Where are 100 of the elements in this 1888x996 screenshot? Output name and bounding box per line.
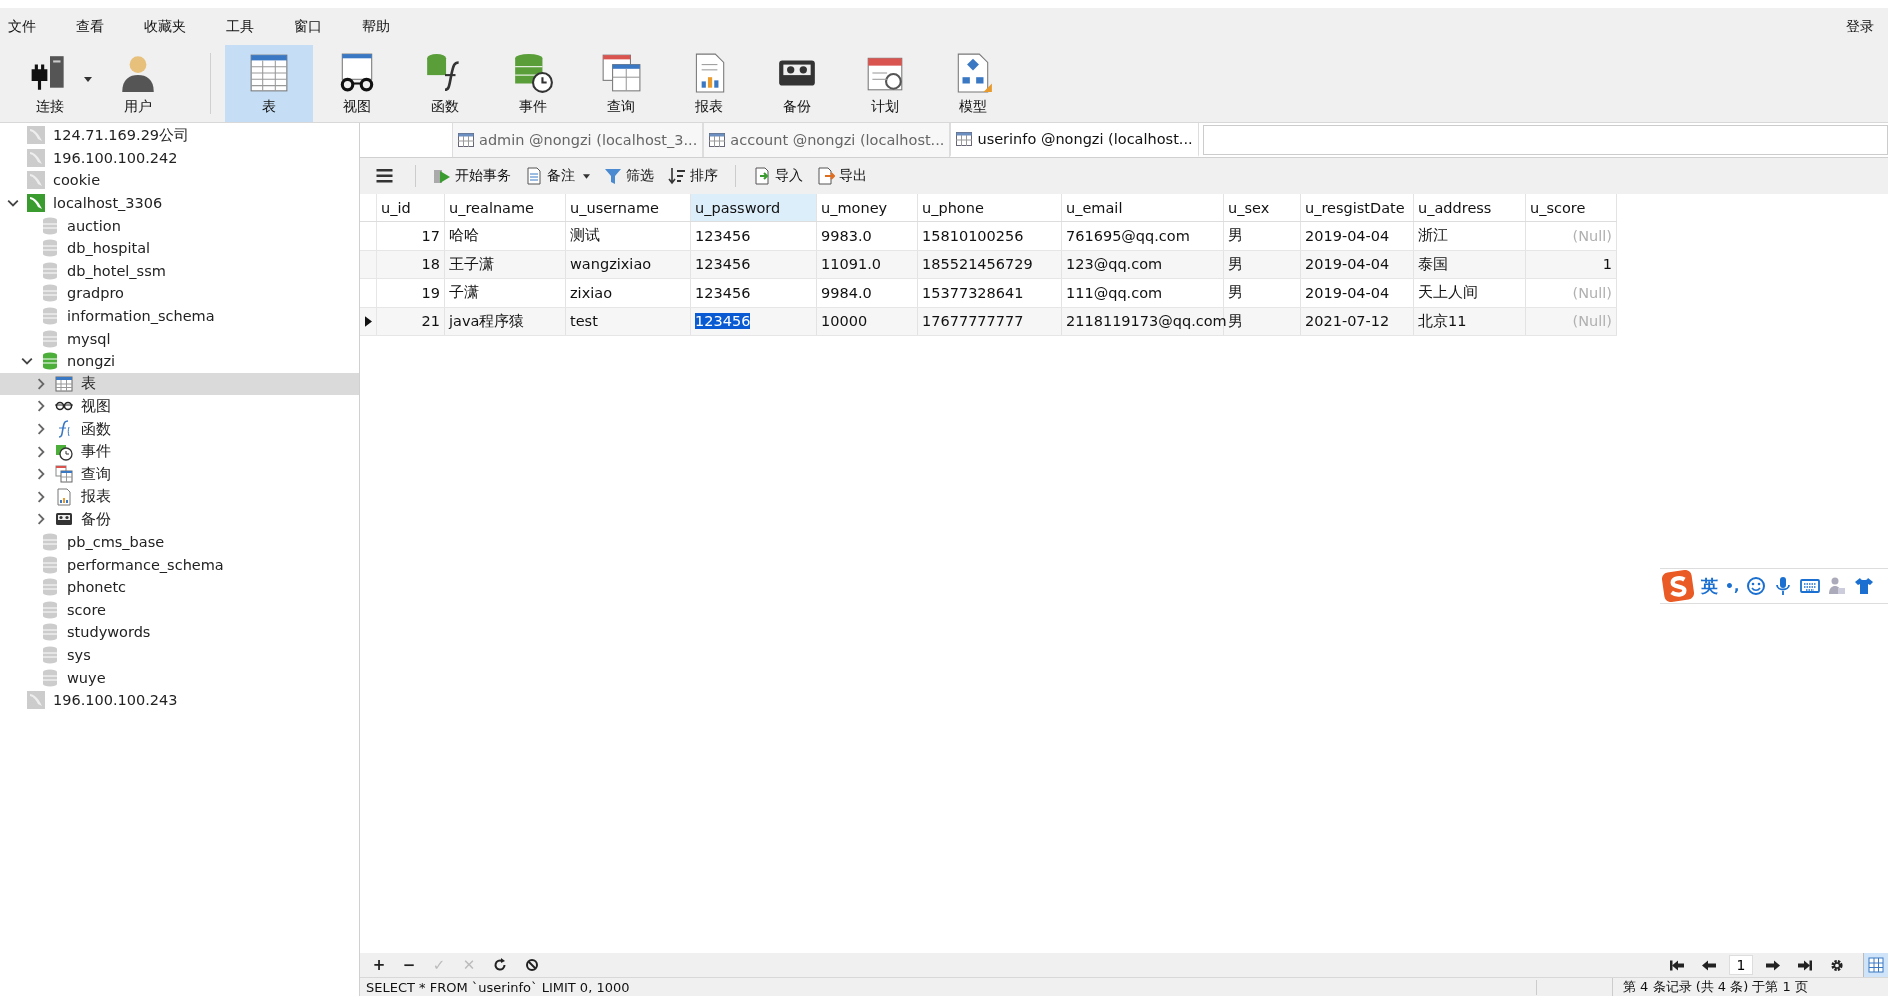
- connection-icon: [27, 691, 45, 710]
- document-tab[interactable]: admin @nongzi (localhost_3...: [452, 123, 704, 157]
- tree-item[interactable]: cookie: [0, 169, 359, 192]
- toolbar-button[interactable]: 表: [225, 45, 313, 122]
- first-page-icon[interactable]: [1670, 958, 1684, 972]
- toolbar-button[interactable]: 开始事务: [428, 165, 516, 187]
- tree-item[interactable]: 备份: [0, 508, 359, 531]
- tree-item[interactable]: gradpro: [0, 282, 359, 305]
- menu-item[interactable]: 查看: [62, 17, 118, 36]
- menu-item[interactable]: 文件: [8, 17, 50, 36]
- table-cell: 185521456729: [922, 256, 1033, 273]
- previous-page-icon[interactable]: [1702, 958, 1716, 972]
- table-icon: [458, 133, 474, 147]
- database-icon: [41, 555, 59, 574]
- current-row-icon: [364, 315, 372, 327]
- column-header[interactable]: u_score: [1526, 194, 1617, 221]
- shirt-icon[interactable]: [1854, 576, 1875, 596]
- column-header[interactable]: u_address: [1414, 194, 1526, 221]
- tree-item[interactable]: 报表: [0, 485, 359, 509]
- tree-item[interactable]: 196.100.100.242: [0, 146, 359, 170]
- toolbar-button[interactable]: 连接: [6, 45, 94, 122]
- tree-item[interactable]: 事件: [0, 440, 359, 463]
- menu-item[interactable]: 窗口: [280, 17, 336, 36]
- record-button[interactable]: +: [368, 956, 390, 974]
- settings-icon[interactable]: [1830, 958, 1844, 972]
- toolbar-button[interactable]: 导入: [748, 165, 808, 187]
- menu-icon[interactable]: [376, 169, 393, 183]
- toolbar-button[interactable]: 查询: [577, 45, 665, 122]
- column-header[interactable]: u_sex: [1224, 194, 1301, 221]
- column-header[interactable]: u_money: [817, 194, 918, 221]
- tree-item[interactable]: 196.100.100.243: [0, 688, 359, 712]
- tree-item[interactable]: localhost_3306: [0, 191, 359, 215]
- stop-icon[interactable]: [525, 958, 539, 972]
- tree-item[interactable]: sys: [0, 643, 359, 667]
- toolbar-button[interactable]: 筛选: [599, 165, 659, 187]
- login-link[interactable]: 登录: [1846, 17, 1880, 36]
- document-tab[interactable]: userinfo @nongzi (localhost...: [950, 123, 1199, 157]
- tree-item[interactable]: information_schema: [0, 304, 359, 328]
- table-cell: 761695@qq.com: [1066, 227, 1190, 244]
- tree-item[interactable]: score: [0, 598, 359, 622]
- ime-punctuation-toggle[interactable]: •,: [1725, 578, 1740, 594]
- tree-item[interactable]: 124.71.169.29公司: [0, 124, 359, 147]
- tree-item[interactable]: studywords: [0, 621, 359, 644]
- next-page-icon[interactable]: [1766, 958, 1780, 972]
- tree-item[interactable]: pb_cms_base: [0, 530, 359, 554]
- tree-item[interactable]: phonetc: [0, 575, 359, 599]
- column-header[interactable]: u_password: [691, 194, 817, 221]
- tree-item[interactable]: performance_schema: [0, 553, 359, 576]
- page-field[interactable]: 1: [1729, 955, 1753, 975]
- toolbar-button[interactable]: 导出: [812, 165, 872, 187]
- tree-item[interactable]: 函数: [0, 417, 359, 441]
- tree-item[interactable]: 视图: [0, 395, 359, 418]
- database-icon: [41, 668, 59, 687]
- menu-item[interactable]: 工具: [212, 17, 268, 36]
- table-cell: 9983.0: [821, 227, 872, 244]
- toolbar-button[interactable]: 备注: [520, 165, 595, 187]
- ime-logo-icon[interactable]: [1662, 570, 1694, 602]
- tree-item[interactable]: wuye: [0, 666, 359, 689]
- toolbar-button[interactable]: 排序: [663, 165, 723, 187]
- smiley-icon[interactable]: [1746, 576, 1767, 596]
- table-cell: java程序猿: [449, 311, 525, 331]
- tree-item[interactable]: auction: [0, 214, 359, 237]
- toolbar-button[interactable]: 事件: [489, 45, 577, 122]
- table-cell: 21: [421, 313, 440, 330]
- table-cell: 123456: [695, 256, 751, 273]
- toolbar-button[interactable]: 备份: [753, 45, 841, 122]
- database-icon: [41, 284, 59, 303]
- toolbar-button[interactable]: 报表: [665, 45, 753, 122]
- toolbar-button[interactable]: 计划: [841, 45, 929, 122]
- last-page-icon[interactable]: [1798, 958, 1812, 972]
- table-cell: 测试: [570, 226, 600, 246]
- ime-language-toggle[interactable]: 英: [1701, 574, 1718, 598]
- column-header[interactable]: u_resgistDate: [1301, 194, 1414, 221]
- column-header[interactable]: u_realname: [445, 194, 566, 221]
- tree-item[interactable]: nongzi: [0, 349, 359, 373]
- record-button[interactable]: −: [398, 956, 420, 974]
- connection-icon: [27, 171, 45, 190]
- keyboard-icon[interactable]: [1800, 576, 1821, 596]
- database-icon: [41, 307, 59, 326]
- tree-item[interactable]: 表: [0, 372, 359, 396]
- tree-item[interactable]: 查询: [0, 462, 359, 486]
- database-icon: [41, 578, 59, 597]
- document-tab[interactable]: account @nongzi (localhost...: [703, 123, 951, 157]
- filter-icon: [604, 167, 622, 185]
- toolbar-button[interactable]: 模型: [929, 45, 1017, 122]
- tree-item[interactable]: db_hospital: [0, 236, 359, 260]
- refresh-icon[interactable]: [493, 958, 507, 972]
- menu-item[interactable]: 收藏夹: [130, 17, 200, 36]
- toolbar-button[interactable]: 函数: [401, 45, 489, 122]
- table-cell: wangzixiao: [570, 256, 652, 273]
- toolbar-button[interactable]: 视图: [313, 45, 401, 122]
- table-cell: (Null): [1572, 227, 1612, 244]
- column-header[interactable]: u_id: [377, 194, 445, 221]
- menu-item[interactable]: 帮助: [348, 17, 404, 36]
- column-header[interactable]: u_email: [1062, 194, 1224, 221]
- column-header[interactable]: u_phone: [918, 194, 1062, 221]
- grid-view-button[interactable]: [1863, 953, 1888, 977]
- tree-item[interactable]: mysql: [0, 327, 359, 350]
- tree-item[interactable]: db_hotel_ssm: [0, 259, 359, 283]
- toolbar-button[interactable]: 用户: [94, 45, 182, 122]
